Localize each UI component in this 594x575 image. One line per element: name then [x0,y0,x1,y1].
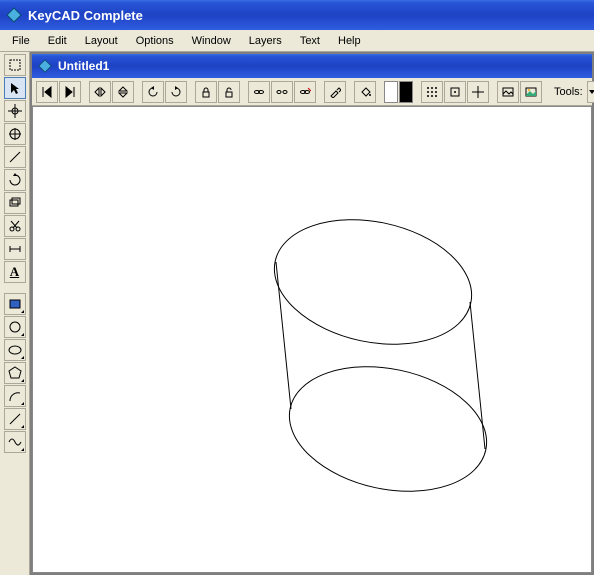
ellipse-tool[interactable] [4,339,26,361]
spline-tool[interactable] [4,431,26,453]
cylinder-wireframe [33,107,533,573]
btn-eyedropper[interactable] [324,81,346,103]
btn-snap-grid[interactable] [421,81,443,103]
vertical-toolbar: A [0,52,30,575]
btn-rotate-cw[interactable] [165,81,187,103]
document-toolbar: Tools: [32,78,592,106]
btn-snap-center[interactable] [467,81,489,103]
dimension-tool[interactable] [4,238,26,260]
line-points-tool[interactable] [4,146,26,168]
bg-color-swatch[interactable] [399,81,413,103]
tools-label: Tools: [554,86,583,98]
rect-objects-tool[interactable] [4,192,26,214]
menu-layout[interactable]: Layout [77,33,126,49]
btn-link-edit[interactable] [294,81,316,103]
fg-color-swatch[interactable] [384,81,398,103]
canvas-area[interactable] [32,106,592,573]
menu-file[interactable]: File [4,33,38,49]
menu-edit[interactable]: Edit [40,33,75,49]
app-diamond-icon [38,59,52,73]
app-title: KeyCAD Complete [28,8,143,23]
origin-tool[interactable] [4,123,26,145]
cursor-tool[interactable] [4,77,26,99]
line-tool[interactable] [4,408,26,430]
btn-fill[interactable] [354,81,376,103]
circle-tool[interactable] [4,316,26,338]
document-window: Untitled1 [32,54,592,573]
btn-picture[interactable] [520,81,542,103]
text-tool[interactable]: A [4,261,26,283]
arc-tool[interactable] [4,385,26,407]
tools-dropdown[interactable] [587,81,594,103]
crosshair-tool[interactable] [4,100,26,122]
btn-first[interactable] [36,81,58,103]
btn-flip-h[interactable] [89,81,111,103]
document-title: Untitled1 [58,59,109,73]
menu-options[interactable]: Options [128,33,182,49]
menu-text[interactable]: Text [292,33,328,49]
document-titlebar[interactable]: Untitled1 [32,54,592,78]
filled-rect-tool[interactable] [4,293,26,315]
app-diamond-icon [6,7,22,23]
polygon-tool[interactable] [4,362,26,384]
btn-flip-v[interactable] [112,81,134,103]
btn-rotate-ccw[interactable] [142,81,164,103]
marquee-tool[interactable] [4,54,26,76]
menu-help[interactable]: Help [330,33,369,49]
menu-layers[interactable]: Layers [241,33,290,49]
titlebar: KeyCAD Complete [0,0,594,30]
menubar: File Edit Layout Options Window Layers T… [0,30,594,52]
mdi-area: Untitled1 [30,52,594,575]
btn-unlock[interactable] [218,81,240,103]
btn-link[interactable] [248,81,270,103]
btn-unlink[interactable] [271,81,293,103]
scissors-tool[interactable] [4,215,26,237]
btn-image[interactable] [497,81,519,103]
btn-lock[interactable] [195,81,217,103]
rotate-tool[interactable] [4,169,26,191]
btn-snap-object[interactable] [444,81,466,103]
menu-window[interactable]: Window [184,33,239,49]
btn-last[interactable] [59,81,81,103]
text-icon: A [10,264,19,280]
